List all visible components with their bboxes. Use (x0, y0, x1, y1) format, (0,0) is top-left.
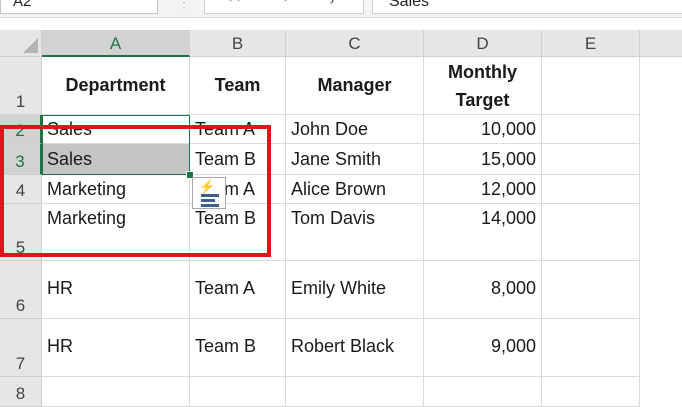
cell-a1-department-header[interactable]: Department (42, 57, 190, 115)
more-dots-icon: ⋮ (177, 0, 191, 10)
cell-b6[interactable]: Team A (190, 261, 286, 319)
cell-b8[interactable] (190, 377, 286, 407)
column-header-b[interactable]: B (190, 30, 286, 57)
cell-d2[interactable]: 10,000 (424, 115, 542, 144)
cell-e3[interactable] (542, 144, 640, 175)
cell-d4[interactable]: 12,000 (424, 175, 542, 204)
column-header-a[interactable]: A (42, 30, 190, 57)
check-icon[interactable]: ✓ (281, 0, 296, 8)
select-all-button[interactable] (0, 30, 42, 57)
cell-c6[interactable]: Emily White (286, 261, 424, 319)
cell-b7[interactable]: Team B (190, 319, 286, 377)
select-all-triangle-icon (23, 38, 38, 53)
quick-analysis-icon: ⚡ (199, 179, 216, 194)
cell-c8[interactable] (286, 377, 424, 407)
cell-d6[interactable]: 8,000 (424, 261, 542, 319)
name-box[interactable]: A2 (0, 0, 158, 14)
cell-d8[interactable] (424, 377, 542, 407)
cell-e8[interactable] (542, 377, 640, 407)
cell-d7[interactable]: 9,000 (424, 319, 542, 377)
row-header-7[interactable]: 7 (0, 319, 42, 377)
row-header-5[interactable]: 5 (0, 204, 42, 261)
cell-a7[interactable]: HR (42, 319, 190, 377)
cell-e7[interactable] (542, 319, 640, 377)
cell-e2[interactable] (542, 115, 640, 144)
fx-icon[interactable]: fx (331, 0, 347, 5)
cell-a4[interactable]: Marketing (42, 175, 190, 204)
row-header-2[interactable]: 2 (0, 115, 42, 144)
cell-e4[interactable] (542, 175, 640, 204)
row-header-8[interactable]: 8 (0, 377, 42, 407)
cell-c1-manager-header[interactable]: Manager (286, 57, 424, 115)
row-header-4[interactable]: 4 (0, 175, 42, 204)
cell-c3[interactable]: Jane Smith (286, 144, 424, 175)
cell-d5[interactable]: 14,000 (424, 204, 542, 261)
row-header-1[interactable]: 1 (0, 57, 42, 115)
column-header-f[interactable] (640, 30, 682, 57)
cell-a5[interactable]: Marketing (42, 204, 190, 261)
cell-a2[interactable]: Sales (42, 115, 190, 144)
spreadsheet-grid[interactable]: A B C D E 1 2 3 4 5 6 7 8 Department Tea… (0, 30, 682, 407)
cell-b3[interactable]: Team B (190, 144, 286, 175)
cell-a3[interactable]: Sales (42, 144, 190, 175)
formula-input[interactable]: Sales (372, 0, 682, 14)
cell-b5[interactable]: Team B (190, 204, 286, 261)
quick-analysis-button[interactable]: ⚡ (192, 177, 226, 209)
formula-buttons: ✕ ✓ fx (204, 0, 364, 14)
cell-b2[interactable]: Team A (190, 115, 286, 144)
cell-b1-team-header[interactable]: Team (190, 57, 286, 115)
cell-c7[interactable]: Robert Black (286, 319, 424, 377)
row-header-6[interactable]: 6 (0, 261, 42, 319)
cell-c5[interactable]: Tom Davis (286, 204, 424, 261)
cell-c4[interactable]: Alice Brown (286, 175, 424, 204)
cell-e6[interactable] (542, 261, 640, 319)
cell-e5[interactable] (542, 204, 640, 261)
cell-e1[interactable] (542, 57, 640, 115)
column-header-e[interactable]: E (542, 30, 640, 57)
close-icon[interactable]: ✕ (227, 0, 242, 8)
column-header-c[interactable]: C (286, 30, 424, 57)
cell-d3[interactable]: 15,000 (424, 144, 542, 175)
cell-a8[interactable] (42, 377, 190, 407)
formula-bar: A2 ✕ ✓ fx ⋮ Sales (0, 0, 682, 18)
cell-c2[interactable]: John Doe (286, 115, 424, 144)
row-header-3[interactable]: 3 (0, 144, 42, 175)
cell-d1-target-header[interactable]: Monthly Target (424, 57, 542, 115)
column-header-d[interactable]: D (424, 30, 542, 57)
cell-a6[interactable]: HR (42, 261, 190, 319)
